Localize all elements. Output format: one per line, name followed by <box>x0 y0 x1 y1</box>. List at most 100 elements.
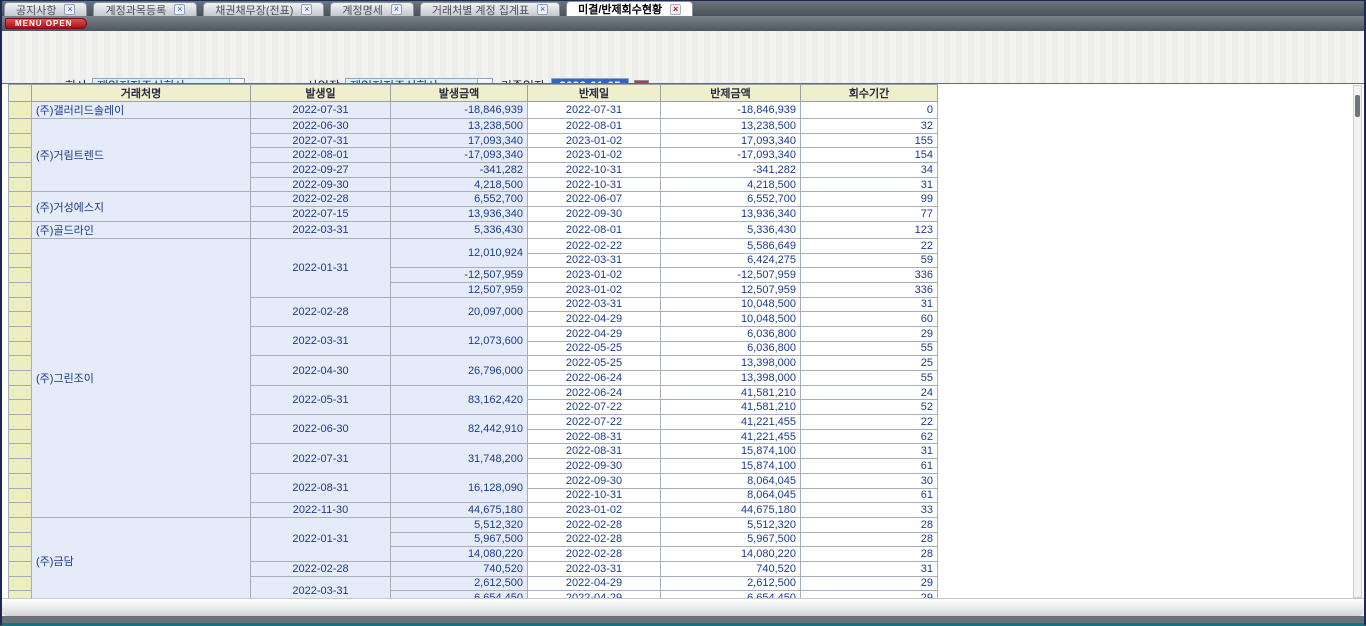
cell-occurrence-amount[interactable]: 6,654,450 <box>391 591 528 598</box>
cell-settlement-amount[interactable]: 740,520 <box>661 561 801 576</box>
row-selector[interactable] <box>9 163 32 178</box>
cell-occurrence-date[interactable]: 2022-07-31 <box>251 444 391 473</box>
cell-occurrence-amount[interactable]: 13,238,500 <box>391 119 528 134</box>
cell-collection-days[interactable]: 155 <box>801 133 938 148</box>
row-selector[interactable] <box>9 503 32 518</box>
cell-occurrence-amount[interactable]: 26,796,000 <box>391 356 528 385</box>
tab-close-icon[interactable]: × <box>64 4 75 15</box>
cell-settlement-amount[interactable]: 41,581,210 <box>661 385 801 400</box>
cell-settlement-date[interactable]: 2022-08-31 <box>528 444 661 459</box>
cell-occurrence-amount[interactable]: 5,967,500 <box>391 532 528 547</box>
cell-settlement-date[interactable]: 2022-02-22 <box>528 238 661 253</box>
column-header[interactable]: 회수기간 <box>801 85 938 102</box>
cell-occurrence-amount[interactable]: 82,442,910 <box>391 415 528 444</box>
row-selector[interactable] <box>9 591 32 598</box>
cell-occurrence-date[interactable]: 2022-02-28 <box>251 297 391 326</box>
cell-settlement-date[interactable]: 2023-01-02 <box>528 503 661 518</box>
cell-collection-days[interactable]: 60 <box>801 312 938 327</box>
cell-settlement-date[interactable]: 2022-07-31 <box>528 102 661 119</box>
cell-occurrence-date[interactable]: 2022-01-31 <box>251 517 391 561</box>
tab-close-icon[interactable]: × <box>301 4 312 15</box>
row-selector[interactable] <box>9 429 32 444</box>
row-selector[interactable] <box>9 532 32 547</box>
cell-collection-days[interactable]: 30 <box>801 473 938 488</box>
cell-settlement-date[interactable]: 2022-06-24 <box>528 385 661 400</box>
tab-close-icon[interactable]: × <box>391 4 402 15</box>
cell-collection-days[interactable]: 31 <box>801 177 938 192</box>
cell-settlement-date[interactable]: 2023-01-02 <box>528 148 661 163</box>
cell-collection-days[interactable]: 336 <box>801 282 938 297</box>
cell-collection-days[interactable]: 22 <box>801 238 938 253</box>
cell-occurrence-amount[interactable]: 6,552,700 <box>391 192 528 207</box>
cell-occurrence-date[interactable]: 2022-05-31 <box>251 385 391 414</box>
cell-collection-days[interactable]: 31 <box>801 297 938 312</box>
cell-settlement-date[interactable]: 2022-04-29 <box>528 312 661 327</box>
cell-settlement-amount[interactable]: 10,048,500 <box>661 297 801 312</box>
cell-occurrence-amount[interactable]: 20,097,000 <box>391 297 528 326</box>
cell-settlement-amount[interactable]: 6,424,275 <box>661 253 801 268</box>
cell-occurrence-date[interactable]: 2022-03-31 <box>251 576 391 598</box>
cell-settlement-date[interactable]: 2022-10-31 <box>528 488 661 503</box>
cell-occurrence-amount[interactable]: 83,162,420 <box>391 385 528 414</box>
tab-close-icon[interactable]: × <box>537 4 548 15</box>
cell-settlement-date[interactable]: 2022-05-25 <box>528 341 661 356</box>
cell-settlement-amount[interactable]: 13,936,340 <box>661 207 801 222</box>
row-selector[interactable] <box>9 561 32 576</box>
cell-settlement-amount[interactable]: -341,282 <box>661 163 801 178</box>
cell-occurrence-amount[interactable]: 12,073,600 <box>391 326 528 355</box>
cell-collection-days[interactable]: 52 <box>801 400 938 415</box>
cell-settlement-date[interactable]: 2022-04-29 <box>528 576 661 591</box>
row-selector[interactable] <box>9 488 32 503</box>
row-selector[interactable] <box>9 415 32 430</box>
cell-settlement-amount[interactable]: 5,586,649 <box>661 238 801 253</box>
cell-settlement-amount[interactable]: -12,507,959 <box>661 268 801 283</box>
horizontal-scrollbar[interactable] <box>2 598 1364 616</box>
cell-occurrence-date[interactable]: 2022-07-31 <box>251 102 391 119</box>
cell-collection-days[interactable]: 336 <box>801 268 938 283</box>
cell-occurrence-date[interactable]: 2022-09-30 <box>251 177 391 192</box>
cell-occurrence-date[interactable]: 2022-01-31 <box>251 238 391 297</box>
cell-collection-days[interactable]: 59 <box>801 253 938 268</box>
cell-settlement-date[interactable]: 2022-06-07 <box>528 192 661 207</box>
tab-2[interactable]: 채권채무장(전표)× <box>203 2 324 16</box>
cell-settlement-date[interactable]: 2022-05-25 <box>528 356 661 371</box>
cell-collection-days[interactable]: 77 <box>801 207 938 222</box>
column-header[interactable]: 반제금액 <box>661 85 801 102</box>
cell-occurrence-date[interactable]: 2022-04-30 <box>251 356 391 385</box>
cell-settlement-date[interactable]: 2022-02-28 <box>528 547 661 562</box>
column-header[interactable]: 발생금액 <box>391 85 528 102</box>
menu-open-button[interactable]: MENU OPEN <box>5 18 87 29</box>
cell-collection-days[interactable]: 28 <box>801 532 938 547</box>
cell-collection-days[interactable]: 25 <box>801 356 938 371</box>
cell-collection-days[interactable]: 154 <box>801 148 938 163</box>
cell-occurrence-date[interactable]: 2022-02-28 <box>251 561 391 576</box>
cell-settlement-date[interactable]: 2022-08-01 <box>528 221 661 238</box>
cell-occurrence-amount[interactable]: 31,748,200 <box>391 444 528 473</box>
cell-occurrence-date[interactable]: 2022-02-28 <box>251 192 391 207</box>
cell-collection-days[interactable]: 55 <box>801 341 938 356</box>
cell-settlement-date[interactable]: 2022-08-01 <box>528 119 661 134</box>
cell-collection-days[interactable]: 99 <box>801 192 938 207</box>
cell-settlement-amount[interactable]: 6,036,800 <box>661 326 801 341</box>
row-selector[interactable] <box>9 133 32 148</box>
column-header[interactable]: 반제일 <box>528 85 661 102</box>
cell-settlement-amount[interactable]: 13,398,000 <box>661 371 801 386</box>
row-selector[interactable] <box>9 444 32 459</box>
row-selector[interactable] <box>9 517 32 532</box>
cell-settlement-amount[interactable]: 6,036,800 <box>661 341 801 356</box>
cell-collection-days[interactable]: 28 <box>801 547 938 562</box>
row-selector[interactable] <box>9 326 32 341</box>
row-selector[interactable] <box>9 385 32 400</box>
cell-occurrence-date[interactable]: 2022-07-31 <box>251 133 391 148</box>
row-selector[interactable] <box>9 268 32 283</box>
cell-settlement-amount[interactable]: 8,064,045 <box>661 473 801 488</box>
cell-collection-days[interactable]: 24 <box>801 385 938 400</box>
cell-occurrence-amount[interactable]: -12,507,959 <box>391 268 528 283</box>
cell-collection-days[interactable]: 22 <box>801 415 938 430</box>
cell-settlement-date[interactable]: 2022-02-28 <box>528 532 661 547</box>
cell-settlement-amount[interactable]: 2,612,500 <box>661 576 801 591</box>
cell-occurrence-date[interactable]: 2022-03-31 <box>251 221 391 238</box>
tab-4[interactable]: 거래처별 계정 집계표× <box>420 2 560 16</box>
cell-settlement-amount[interactable]: 5,336,430 <box>661 221 801 238</box>
cell-occurrence-date[interactable]: 2022-08-31 <box>251 473 391 502</box>
